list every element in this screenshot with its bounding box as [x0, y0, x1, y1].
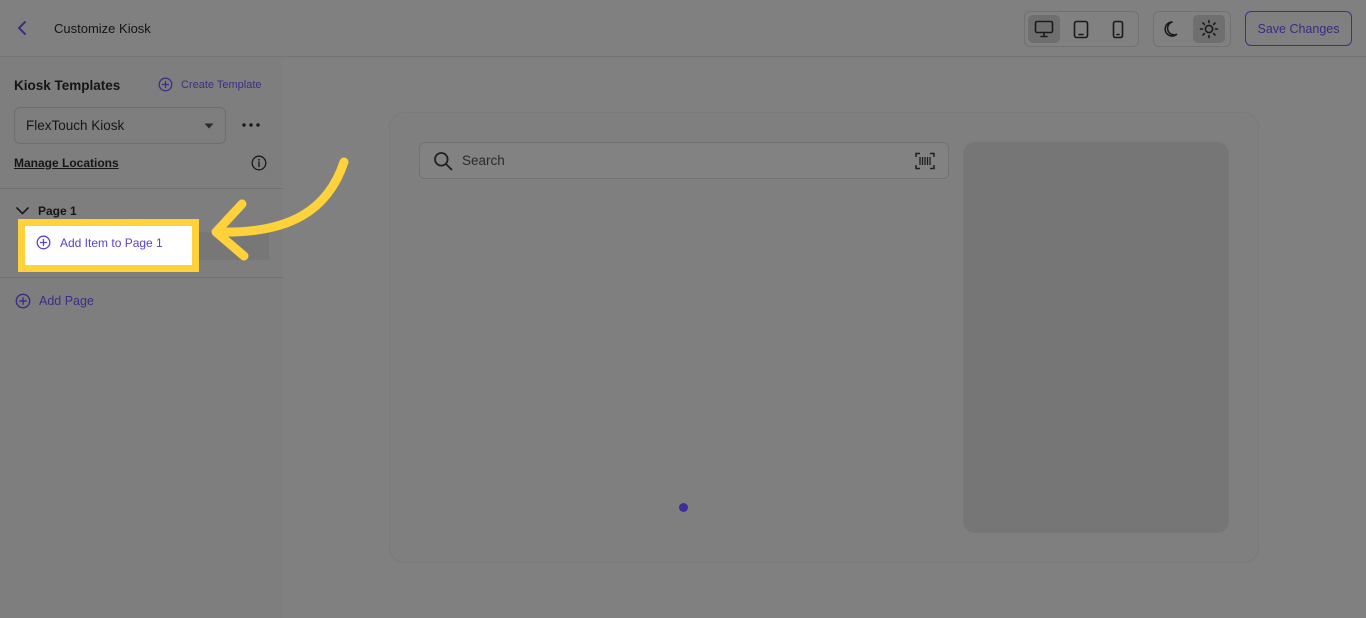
page-title: Customize Kiosk [54, 21, 151, 36]
sidebar: Kiosk Templates Create Template FlexTouc… [0, 57, 283, 618]
template-select[interactable]: FlexTouch Kiosk [14, 107, 226, 144]
back-button[interactable] [12, 18, 32, 38]
plus-circle-icon [15, 293, 31, 309]
device-toggle-group [1024, 11, 1139, 47]
divider [0, 277, 283, 278]
sun-icon [1199, 19, 1219, 39]
add-item-label: Add Item to Page 1 [60, 235, 163, 250]
kiosk-templates-heading: Kiosk Templates [14, 78, 121, 93]
search-input[interactable]: Search [419, 142, 949, 179]
page-1-toggle[interactable]: Page 1 [16, 204, 77, 218]
light-mode-button[interactable] [1193, 15, 1225, 43]
search-icon [434, 151, 453, 170]
desktop-view-button[interactable] [1028, 15, 1060, 43]
add-page-button[interactable]: Add Page [15, 293, 94, 309]
caret-down-icon [204, 123, 214, 128]
phone-view-button[interactable] [1102, 15, 1134, 43]
plus-circle-icon [158, 77, 173, 92]
tablet-icon [1073, 20, 1089, 38]
search-placeholder: Search [462, 153, 505, 168]
add-page-label: Add Page [39, 294, 94, 308]
tablet-view-button[interactable] [1065, 15, 1097, 43]
chevron-down-icon [16, 207, 29, 215]
page-1-label: Page 1 [38, 204, 77, 218]
dark-mode-button[interactable] [1157, 15, 1189, 43]
moon-icon [1164, 21, 1178, 37]
top-bar: Customize Kiosk Save Changes [0, 0, 1366, 57]
phone-icon [1112, 20, 1124, 38]
create-template-label: Create Template [181, 78, 262, 91]
manage-locations-link[interactable]: Manage Locations [14, 156, 119, 170]
theme-toggle-group [1153, 11, 1231, 47]
more-options-button[interactable] [240, 115, 262, 135]
desktop-icon [1034, 20, 1054, 38]
barcode-scan-icon [915, 152, 935, 170]
add-item-to-page-button[interactable]: Add Item to Page 1 [36, 235, 163, 250]
barcode-scan-button[interactable] [915, 152, 935, 175]
save-changes-button[interactable]: Save Changes [1245, 11, 1352, 46]
annotation-arrow-icon [211, 157, 349, 261]
template-select-value: FlexTouch Kiosk [26, 118, 125, 133]
kiosk-preview-canvas: Search [390, 113, 1258, 562]
ellipsis-icon [242, 123, 260, 127]
create-template-button[interactable]: Create Template [158, 77, 262, 92]
page-indicator-dot[interactable] [679, 503, 688, 512]
preview-side-panel [963, 142, 1229, 533]
chevron-left-icon [18, 21, 26, 35]
plus-circle-icon [36, 235, 51, 250]
